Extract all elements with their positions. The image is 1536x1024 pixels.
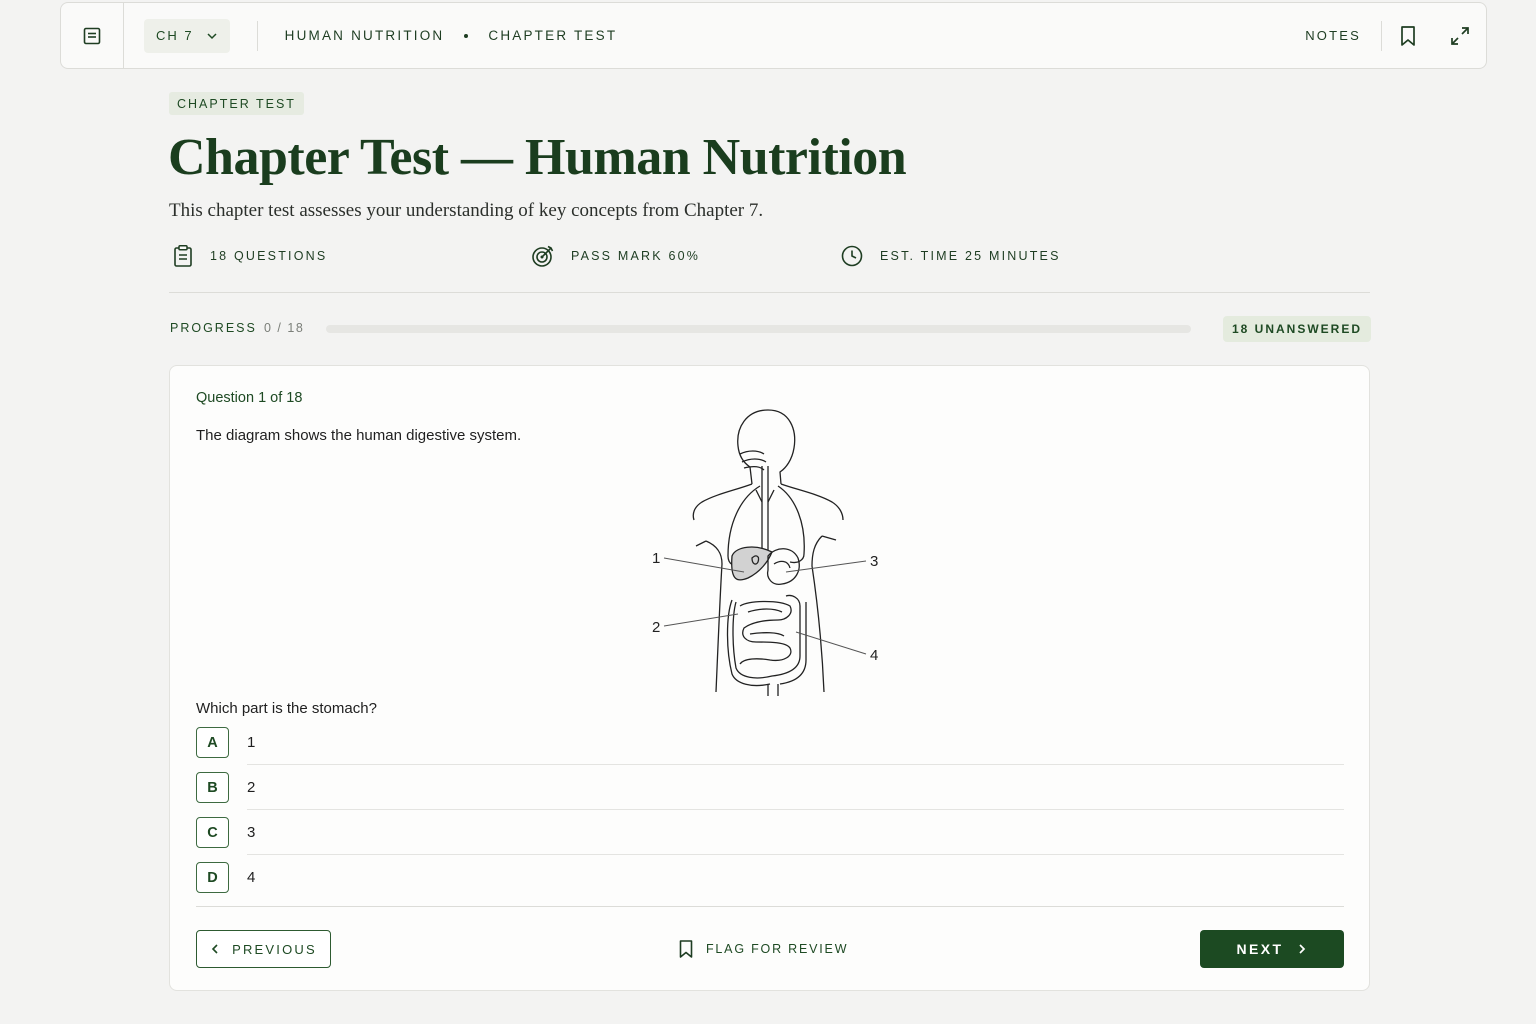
option-key: A <box>196 727 229 758</box>
meta-questions-label: 18 QUESTIONS <box>210 249 328 263</box>
option-text: 2 <box>247 779 256 796</box>
page-subtitle: This chapter test assesses your understa… <box>169 200 764 221</box>
chevron-down-icon <box>207 32 217 39</box>
page-title: Chapter Test — Human Nutrition <box>168 129 907 186</box>
bookmark-icon <box>1401 25 1415 46</box>
bookmark-button[interactable] <box>1382 3 1434 68</box>
meta-pass-mark-label: PASS MARK 60% <box>571 249 701 263</box>
progress-label: PROGRESS <box>170 321 257 335</box>
clock-icon <box>841 245 863 267</box>
option-c[interactable]: C 3 <box>196 810 1344 855</box>
option-a[interactable]: A 1 <box>196 720 1344 765</box>
target-icon <box>532 245 554 267</box>
meta-questions: 18 QUESTIONS <box>172 244 327 268</box>
option-key: C <box>196 817 229 848</box>
question-stem: The diagram shows the human digestive sy… <box>196 427 522 444</box>
chapter-select[interactable]: CH 7 <box>144 18 230 53</box>
option-key: D <box>196 862 229 893</box>
previous-button[interactable]: PREVIOUS <box>196 930 331 968</box>
unanswered-badge: 18 UNANSWERED <box>1223 316 1372 342</box>
clipboard-icon <box>174 245 192 267</box>
menu-button[interactable] <box>61 3 124 68</box>
bookmark-icon <box>679 940 693 958</box>
breadcrumb-item-chapter-test[interactable]: CHAPTER TEST <box>488 28 617 43</box>
previous-button-label: PREVIOUS <box>232 941 317 957</box>
question-card: Question 1 of 18 The diagram shows the h… <box>169 365 1370 991</box>
meta-time: EST. TIME 25 MINUTES <box>840 244 1061 268</box>
chapter-select-label: CH 7 <box>156 28 194 43</box>
option-text: 1 <box>247 734 256 751</box>
chapter-test-tag: CHAPTER TEST <box>169 92 304 115</box>
option-key: B <box>196 772 229 803</box>
digestive-system-diagram: 1 2 3 4 <box>652 409 878 696</box>
option-text: 3 <box>247 824 256 841</box>
meta-time-label: EST. TIME 25 MINUTES <box>880 249 1061 263</box>
top-bar: CH 7 HUMAN NUTRITION CHAPTER TEST NOTES <box>60 2 1487 69</box>
diagram-label: 2 <box>652 619 660 636</box>
question-number: Question 1 of 18 <box>196 390 303 406</box>
option-text: 4 <box>247 869 256 886</box>
flag-for-review-button[interactable]: FLAG FOR REVIEW <box>678 930 848 968</box>
next-button-label: NEXT <box>1236 941 1284 957</box>
next-button[interactable]: NEXT <box>1200 930 1344 968</box>
diagram-label: 1 <box>652 550 660 567</box>
expand-icon <box>1451 26 1469 45</box>
notes-button[interactable]: NOTES <box>1285 3 1381 68</box>
breadcrumb-separator <box>464 33 469 38</box>
diagram-label: 3 <box>870 553 878 570</box>
meta-pass-mark: PASS MARK 60% <box>531 244 700 268</box>
chevron-right-icon <box>1299 944 1306 954</box>
progress-bar <box>326 325 1191 333</box>
question-prompt: Which part is the stomach? <box>196 700 377 717</box>
document-icon <box>83 27 101 44</box>
breadcrumb-item-human-nutrition[interactable]: HUMAN NUTRITION <box>285 28 445 43</box>
breadcrumb: HUMAN NUTRITION CHAPTER TEST <box>285 28 618 43</box>
divider <box>196 906 1344 907</box>
chevron-left-icon <box>211 944 218 954</box>
flag-for-review-label: FLAG FOR REVIEW <box>706 942 849 956</box>
progress-count: 0 / 18 <box>264 321 305 335</box>
divider <box>169 292 1370 293</box>
option-b[interactable]: B 2 <box>196 765 1344 810</box>
diagram-label: 4 <box>870 647 878 664</box>
fullscreen-button[interactable] <box>1434 3 1486 68</box>
option-d[interactable]: D 4 <box>196 855 1344 900</box>
divider <box>256 20 258 51</box>
